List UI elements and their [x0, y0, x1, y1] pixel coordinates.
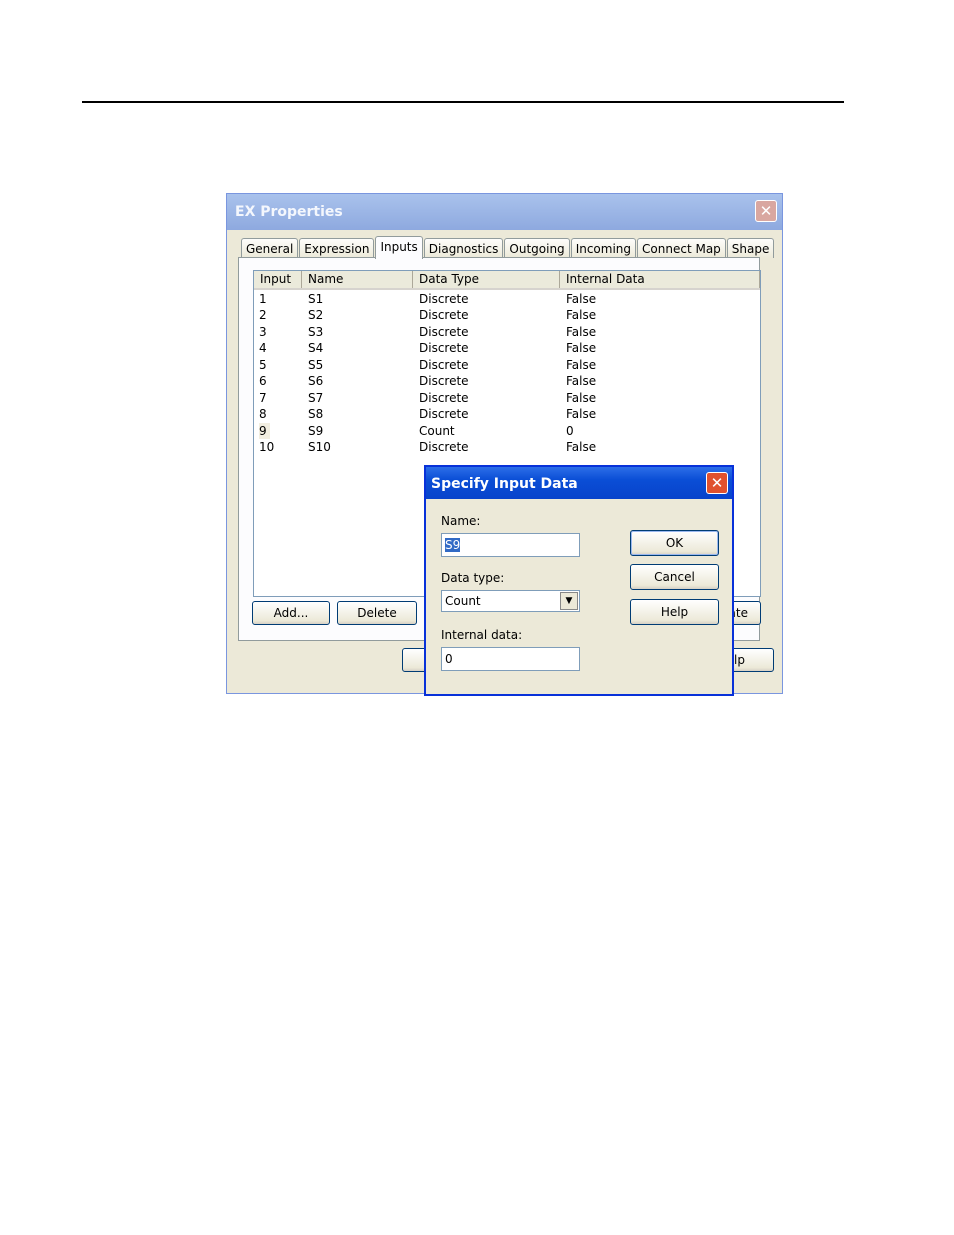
- name-value: S9: [445, 538, 461, 552]
- dialog-title: Specify Input Data: [431, 476, 578, 492]
- column-header-input[interactable]: Input: [254, 271, 302, 288]
- table-row[interactable]: 1 S1 Discrete False: [254, 291, 760, 307]
- table-row[interactable]: 2 S2 Discrete False: [254, 307, 760, 323]
- window-title: EX Properties: [235, 204, 343, 220]
- table-row[interactable]: 3 S3 Discrete False: [254, 324, 760, 340]
- data-type-value: Count: [445, 594, 481, 608]
- cell-input: 8: [259, 407, 267, 421]
- cell-name: S4: [308, 341, 324, 355]
- cell-input: 5: [259, 358, 267, 372]
- cell-data-type: Discrete: [419, 358, 469, 372]
- tab-diagnostics[interactable]: Diagnostics: [423, 238, 504, 258]
- add-button[interactable]: Add...: [252, 601, 330, 625]
- cell-internal-data: False: [566, 440, 597, 454]
- cell-name: S9: [308, 424, 324, 438]
- table-row[interactable]: 7 S7 Discrete False: [254, 390, 760, 406]
- tab-shape[interactable]: Shape: [726, 238, 775, 258]
- table-row[interactable]: 5 S5 Discrete False: [254, 357, 760, 373]
- cell-internal-data: False: [566, 292, 597, 306]
- name-label: Name:: [441, 514, 481, 528]
- cell-input: 1: [259, 292, 267, 306]
- chevron-down-icon[interactable]: ▼: [560, 592, 578, 610]
- cell-internal-data: False: [566, 341, 597, 355]
- cell-input: 9: [259, 423, 270, 439]
- cell-data-type: Discrete: [419, 391, 469, 405]
- cell-internal-data: False: [566, 308, 597, 322]
- cell-name: S5: [308, 358, 324, 372]
- cell-data-type: Discrete: [419, 325, 469, 339]
- cell-data-type: Discrete: [419, 308, 469, 322]
- cell-internal-data: False: [566, 358, 597, 372]
- tab-outgoing[interactable]: Outgoing: [504, 238, 570, 258]
- dialog-title-bar[interactable]: Specify Input Data ✕: [426, 467, 732, 499]
- internal-data-label: Internal data:: [441, 628, 523, 642]
- cell-input: 4: [259, 341, 267, 355]
- cell-internal-data: False: [566, 391, 597, 405]
- table-row-selected[interactable]: 9 S9 Count 0: [254, 423, 760, 439]
- cell-data-type: Discrete: [419, 341, 469, 355]
- tab-strip: General Expression Inputs Diagnostics Ou…: [241, 236, 775, 259]
- name-input[interactable]: S9: [441, 533, 580, 557]
- tab-incoming[interactable]: Incoming: [570, 238, 637, 258]
- cell-data-type: Discrete: [419, 440, 469, 454]
- title-bar[interactable]: EX Properties ✕: [227, 194, 782, 230]
- data-type-label: Data type:: [441, 571, 505, 585]
- cell-name: S3: [308, 325, 324, 339]
- help-button[interactable]: Help: [630, 599, 719, 625]
- cell-data-type: Discrete: [419, 407, 469, 421]
- close-icon[interactable]: ✕: [706, 472, 728, 494]
- table-row[interactable]: 8 S8 Discrete False: [254, 406, 760, 422]
- page-header-rule: [82, 101, 844, 103]
- internal-data-value: 0: [445, 652, 453, 666]
- cancel-button[interactable]: Cancel: [630, 564, 719, 590]
- cell-name: S1: [308, 292, 324, 306]
- list-header: Input Name Data Type Internal Data: [254, 271, 760, 290]
- cell-internal-data: False: [566, 374, 597, 388]
- cell-internal-data: False: [566, 325, 597, 339]
- close-icon[interactable]: ✕: [755, 200, 777, 222]
- cell-name: S10: [308, 440, 331, 454]
- tab-inputs[interactable]: Inputs: [375, 236, 423, 259]
- cell-internal-data: False: [566, 407, 597, 421]
- tab-general[interactable]: General: [241, 238, 299, 258]
- cell-internal-data: 0: [566, 424, 574, 438]
- cell-input: 7: [259, 391, 267, 405]
- column-header-data-type[interactable]: Data Type: [413, 271, 560, 288]
- column-header-internal-data[interactable]: Internal Data: [560, 271, 760, 288]
- cell-data-type: Discrete: [419, 374, 469, 388]
- cell-name: S7: [308, 391, 324, 405]
- data-type-select[interactable]: Count ▼: [441, 590, 580, 612]
- column-header-name[interactable]: Name: [302, 271, 413, 288]
- tab-connect-map[interactable]: Connect Map: [637, 238, 726, 258]
- table-row[interactable]: 4 S4 Discrete False: [254, 340, 760, 356]
- cell-input: 3: [259, 325, 267, 339]
- cell-data-type: Count: [419, 424, 455, 438]
- cell-input: 10: [259, 440, 275, 454]
- delete-button[interactable]: Delete: [337, 601, 417, 625]
- table-row[interactable]: 10 S10 Discrete False: [254, 439, 760, 455]
- cell-name: S8: [308, 407, 324, 421]
- cell-data-type: Discrete: [419, 292, 469, 306]
- specify-input-data-dialog: Specify Input Data ✕ Name: S9 Data type:…: [424, 465, 734, 696]
- internal-data-input[interactable]: 0: [441, 647, 580, 671]
- ok-button[interactable]: OK: [630, 530, 719, 556]
- cell-input: 2: [259, 308, 267, 322]
- tab-expression[interactable]: Expression: [299, 238, 375, 258]
- cell-name: S2: [308, 308, 324, 322]
- cell-name: S6: [308, 374, 324, 388]
- cell-input: 6: [259, 374, 267, 388]
- table-row[interactable]: 6 S6 Discrete False: [254, 373, 760, 389]
